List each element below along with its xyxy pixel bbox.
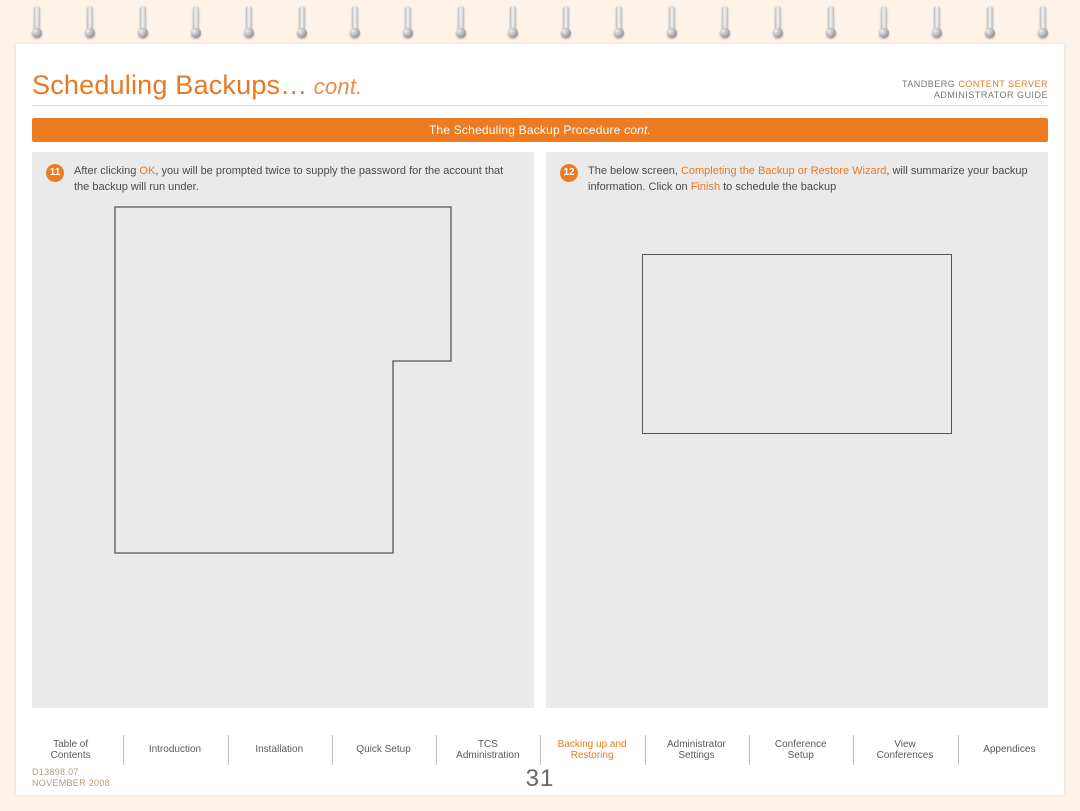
tab-label-line2: Contents bbox=[51, 750, 91, 762]
nav-tab[interactable]: Appendices bbox=[958, 735, 1060, 765]
binder-ring-icon bbox=[348, 6, 362, 44]
binder-ring-icon bbox=[136, 6, 150, 44]
binder-ring-icon bbox=[401, 6, 415, 44]
brand-sub: ADMINISTRATOR GUIDE bbox=[902, 90, 1048, 101]
page-header: Scheduling Backups… cont. TANDBERG CONTE… bbox=[32, 70, 1048, 106]
step-number-12-icon: 12 bbox=[560, 164, 578, 182]
nav-tab[interactable]: ViewConferences bbox=[853, 735, 955, 765]
nav-tabs: Table ofContents Introduction Installation… bbox=[20, 735, 1060, 765]
document-page: Scheduling Backups… cont. TANDBERG CONTE… bbox=[16, 44, 1064, 795]
tab-label-line2: Restoring bbox=[571, 750, 614, 762]
tab-label-line1: Table of bbox=[53, 739, 88, 751]
page-number: 31 bbox=[16, 765, 1064, 793]
tab-label-line1: Quick Setup bbox=[356, 744, 410, 756]
tab-label-line1: Conference bbox=[775, 739, 827, 751]
binder-ring-icon bbox=[242, 6, 256, 44]
tab-label-line1: Installation bbox=[255, 744, 303, 756]
column-left: 11 After clicking OK, you will be prompt… bbox=[32, 152, 534, 708]
brand-prefix: TANDBERG bbox=[902, 79, 958, 89]
binder-ring-icon bbox=[189, 6, 203, 44]
tab-label-line2: Setup bbox=[788, 750, 814, 762]
step-number-11-icon: 11 bbox=[46, 164, 64, 182]
brand-orange: CONTENT SERVER bbox=[958, 79, 1048, 89]
binder-ring-icon bbox=[295, 6, 309, 44]
title-cont: cont. bbox=[307, 74, 362, 99]
tab-label-line1: TCS bbox=[478, 739, 498, 751]
binder-ring-icon bbox=[877, 6, 891, 44]
step-12-text: The below screen, Completing the Backup … bbox=[588, 164, 1034, 196]
binder-ring-icon bbox=[930, 6, 944, 44]
step-12: 12 The below screen, Completing the Back… bbox=[560, 164, 1034, 196]
binder-ring-icon bbox=[1036, 6, 1050, 44]
tab-label-line1: Backing up and bbox=[558, 739, 627, 751]
binder-ring-icon bbox=[665, 6, 679, 44]
binder-ring-icon bbox=[454, 6, 468, 44]
nav-tab[interactable]: ConferenceSetup bbox=[749, 735, 851, 765]
tab-label-line1: Introduction bbox=[149, 744, 201, 756]
step-11-text: After clicking OK, you will be prompted … bbox=[74, 164, 520, 196]
page-title: Scheduling Backups… cont. bbox=[32, 70, 362, 101]
nav-tab[interactable]: Introduction bbox=[123, 735, 225, 765]
nav-tab[interactable]: TCSAdministration bbox=[436, 735, 538, 765]
binder-ring-icon bbox=[771, 6, 785, 44]
tab-label-line1: View bbox=[894, 739, 916, 751]
header-brand: TANDBERG CONTENT SERVER ADMINISTRATOR GU… bbox=[902, 79, 1048, 101]
section-bar: The Scheduling Backup Procedure cont. bbox=[32, 118, 1048, 142]
spiral-binders bbox=[12, 0, 1068, 56]
binder-ring-icon bbox=[824, 6, 838, 44]
tab-label-line2: Settings bbox=[678, 750, 714, 762]
binder-ring-icon bbox=[30, 6, 44, 44]
title-main: Scheduling Backups… bbox=[32, 70, 307, 100]
binder-ring-icon bbox=[506, 6, 520, 44]
binder-ring-icon bbox=[612, 6, 626, 44]
tab-label-line2: Conferences bbox=[877, 750, 934, 762]
dialog-outline-placeholder bbox=[114, 206, 452, 554]
step-11: 11 After clicking OK, you will be prompt… bbox=[46, 164, 520, 196]
content-columns: 11 After clicking OK, you will be prompt… bbox=[32, 152, 1048, 708]
binder-ring-icon bbox=[983, 6, 997, 44]
binder-ring-icon bbox=[83, 6, 97, 44]
binder-ring-icon bbox=[718, 6, 732, 44]
column-right: 12 The below screen, Completing the Back… bbox=[546, 152, 1048, 708]
section-cont: cont. bbox=[624, 123, 651, 137]
wizard-screenshot-placeholder bbox=[642, 254, 952, 434]
nav-tab[interactable]: Table ofContents bbox=[20, 735, 121, 765]
tab-label-line2: Administration bbox=[456, 750, 519, 762]
tab-label-line1: Administrator bbox=[667, 739, 726, 751]
nav-tab[interactable]: Backing up andRestoring bbox=[540, 735, 642, 765]
nav-tab[interactable]: Quick Setup bbox=[332, 735, 434, 765]
nav-tab[interactable]: Installation bbox=[228, 735, 330, 765]
nav-tab[interactable]: AdministratorSettings bbox=[645, 735, 747, 765]
tab-label-line1: Appendices bbox=[983, 744, 1035, 756]
section-text: The Scheduling Backup Procedure bbox=[429, 123, 624, 137]
binder-ring-icon bbox=[559, 6, 573, 44]
